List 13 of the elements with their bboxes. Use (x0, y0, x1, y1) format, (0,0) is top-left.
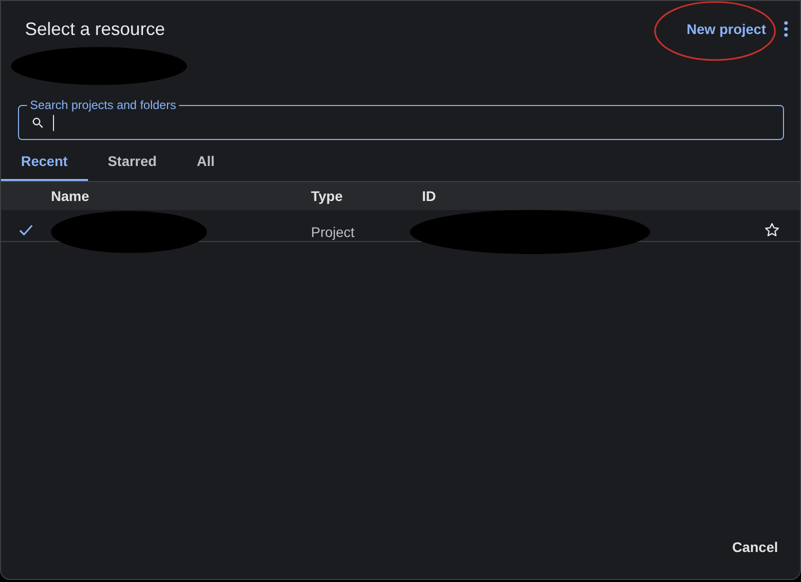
dialog-title: Select a resource (25, 18, 166, 40)
star-icon[interactable] (764, 222, 780, 238)
more-icon[interactable] (784, 21, 788, 37)
column-header: ID (422, 188, 437, 204)
tab[interactable]: All (176, 145, 235, 181)
tab[interactable]: Starred (88, 145, 177, 181)
cancel-button[interactable]: Cancel (728, 533, 782, 561)
column-header: Name (51, 188, 90, 204)
table-cell-text: Project (311, 224, 356, 240)
search-label: Search projects and folders (27, 98, 180, 112)
text-cursor (53, 114, 54, 130)
column-header: Type (311, 188, 344, 204)
search-icon (31, 116, 45, 130)
